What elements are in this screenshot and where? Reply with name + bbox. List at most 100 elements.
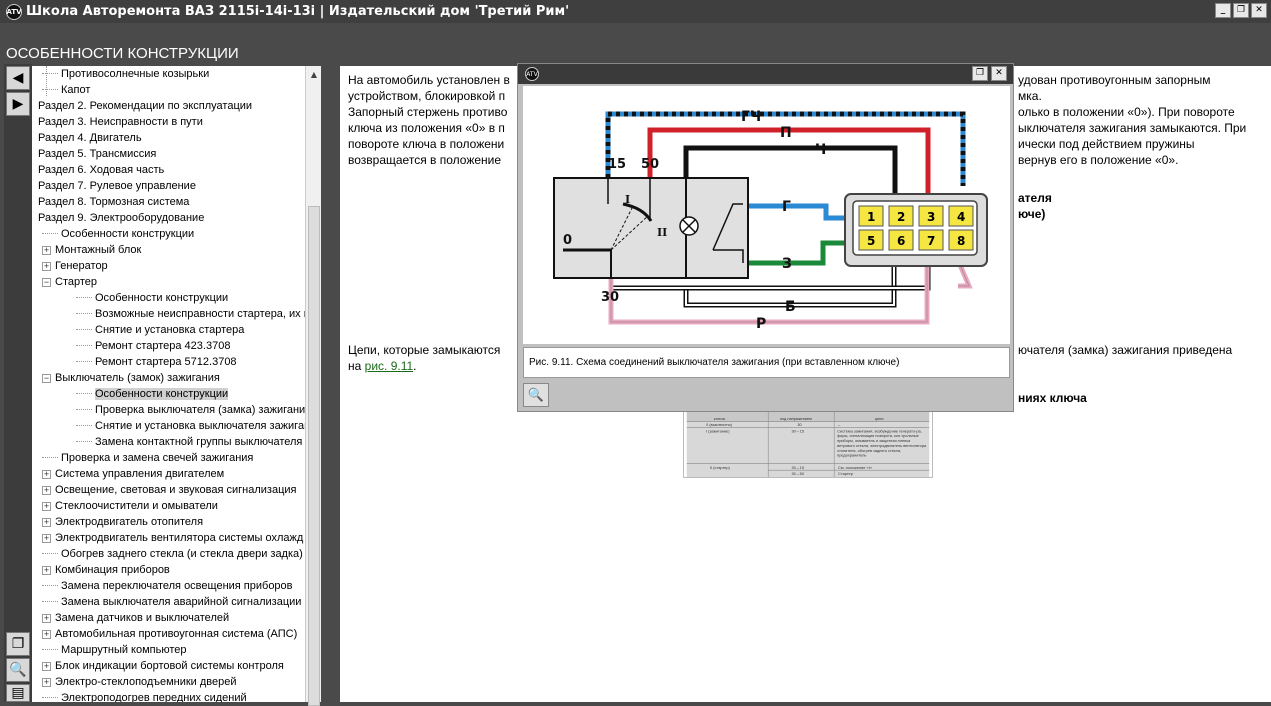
expand-icon[interactable]: + bbox=[42, 245, 51, 255]
tree-item[interactable]: Противосолнечные козырьки bbox=[42, 66, 209, 82]
forward-arrow-icon[interactable]: ▶ bbox=[6, 92, 30, 116]
tree-item[interactable]: + Автомобильная противоугонная система (А… bbox=[42, 626, 297, 642]
tree-connector bbox=[76, 322, 92, 330]
tree-item-label: Электродвигатель отопителя bbox=[55, 516, 204, 528]
tree-item[interactable]: + Стеклоочистители и омыватели bbox=[42, 498, 218, 514]
para-line: мка. bbox=[1018, 89, 1042, 103]
back-arrow-icon[interactable]: ◀ bbox=[6, 66, 30, 90]
print-icon[interactable]: ▤ bbox=[6, 684, 30, 702]
popup-close-button[interactable]: ✕ bbox=[991, 66, 1007, 81]
expand-icon[interactable]: + bbox=[42, 485, 51, 495]
collapse-icon[interactable]: − bbox=[42, 277, 51, 287]
tree-item[interactable]: + Замена датчиков и выключателей bbox=[42, 610, 229, 626]
tree-item[interactable]: + Блок индикации бортовой системы контрол… bbox=[42, 658, 284, 674]
table-header: цепи bbox=[875, 416, 884, 421]
app-logo-icon: ATV bbox=[525, 67, 539, 81]
expand-icon[interactable]: + bbox=[42, 469, 51, 479]
para-line: вернув его в положение «0». bbox=[1018, 153, 1179, 167]
expand-icon[interactable]: + bbox=[42, 517, 51, 527]
expand-icon[interactable]: + bbox=[42, 501, 51, 511]
tree-item[interactable]: + Монтажный блок bbox=[42, 242, 141, 258]
tree-item-label: Замена выключателя аварийной сигнализаци… bbox=[61, 596, 302, 608]
pin-label: 4 bbox=[957, 210, 965, 224]
tree-item[interactable]: Ремонт стартера 5712.3708 bbox=[76, 354, 237, 370]
tree-item[interactable]: Маршрутный компьютер bbox=[42, 642, 187, 658]
tree-connector bbox=[42, 82, 58, 90]
wiring-diagram: 15 50 30 0 I II ГЧ П Ч Г З Б Р 1 2 3 4 5 6 7 8 bbox=[523, 86, 1010, 344]
tree-item[interactable]: − Стартер bbox=[42, 274, 97, 290]
tree-item[interactable]: − Выключатель (замок) зажигания bbox=[42, 370, 220, 386]
tree-item[interactable]: Раздел 8. Тормозная система bbox=[38, 194, 189, 210]
tree-connector bbox=[76, 434, 92, 442]
tree-item[interactable]: Снятие и установка выключателя зажигания bbox=[76, 418, 321, 434]
tree-item[interactable]: Раздел 4. Двигатель bbox=[38, 130, 142, 146]
tree-scrollbar[interactable]: ▲ bbox=[305, 66, 322, 706]
tree-item[interactable]: Раздел 2. Рекомендации по эксплуатации bbox=[38, 98, 252, 114]
tree-item-label: Проверка и замена свечей зажигания bbox=[61, 452, 254, 464]
table-header: ключа bbox=[714, 416, 726, 421]
tree-item[interactable]: Особенности конструкции bbox=[42, 226, 194, 242]
tree-item[interactable]: + Комбинация приборов bbox=[42, 562, 170, 578]
expand-icon[interactable]: + bbox=[42, 661, 51, 671]
tree-item[interactable]: + Система управления двигателем bbox=[42, 466, 224, 482]
expand-icon[interactable]: + bbox=[42, 565, 51, 575]
scroll-thumb[interactable] bbox=[308, 206, 320, 706]
tree-item[interactable]: + Освещение, световая и звуковая сигнализ… bbox=[42, 482, 296, 498]
collapse-icon[interactable]: − bbox=[42, 373, 51, 383]
tree-connector bbox=[42, 642, 58, 650]
figure-link[interactable]: рис. 9.11 bbox=[365, 359, 414, 373]
tree-item-label: Возможные неисправности стартера, их при bbox=[95, 308, 321, 320]
tree-item[interactable]: Раздел 6. Ходовая часть bbox=[38, 162, 164, 178]
tree-item[interactable]: Ремонт стартера 423.3708 bbox=[76, 338, 230, 354]
tree-item-label: Раздел 6. Ходовая часть bbox=[38, 164, 165, 176]
app-logo-icon: ATV bbox=[6, 3, 22, 20]
table-cell: II (стартер) bbox=[710, 465, 730, 470]
terminal-label: 50 bbox=[641, 157, 659, 172]
tree-item[interactable]: Раздел 9. Электрооборудование bbox=[38, 210, 204, 226]
tree-item[interactable]: + Генератор bbox=[42, 258, 108, 274]
expand-icon[interactable]: + bbox=[42, 533, 51, 543]
tree-item-label: Раздел 4. Двигатель bbox=[38, 132, 142, 144]
tree-item-label: Блок индикации бортовой системы контроля bbox=[55, 660, 284, 672]
tree-item[interactable]: Снятие и установка стартера bbox=[76, 322, 244, 338]
tree-item-label: Ремонт стартера 423.3708 bbox=[95, 340, 231, 352]
tree-item[interactable]: Электроподогрев передних сидений bbox=[42, 690, 247, 702]
position-label: II bbox=[657, 226, 667, 239]
table-cell: 30→15 bbox=[792, 428, 805, 433]
popup-title-bar[interactable]: ATV ❐ ✕ bbox=[518, 64, 1013, 84]
section-heading: юче) bbox=[1018, 207, 1046, 221]
tree-item[interactable]: Замена выключателя аварийной сигнализаци… bbox=[42, 594, 301, 610]
para-line: устройством, блокировкой п bbox=[348, 89, 506, 103]
close-button[interactable]: ✕ bbox=[1251, 3, 1267, 18]
expand-icon[interactable]: + bbox=[42, 629, 51, 639]
tree-item[interactable]: Замена контактной группы выключателя заж bbox=[76, 434, 321, 450]
tree-item[interactable]: + Электродвигатель отопителя bbox=[42, 514, 203, 530]
tree-item[interactable]: Замена переключателя освещения приборов bbox=[42, 578, 293, 594]
scroll-up-icon[interactable]: ▲ bbox=[306, 66, 322, 82]
tree-item[interactable]: + Электродвигатель вентилятора системы ох… bbox=[42, 530, 303, 546]
figure-popup-window[interactable]: ATV ❐ ✕ 15 50 30 0 I II ГЧ П Ч Г З Б Р 1… bbox=[517, 63, 1014, 412]
maximize-button[interactable]: ❐ bbox=[1233, 3, 1249, 18]
tree-item[interactable]: Раздел 7. Рулевое управление bbox=[38, 178, 196, 194]
tree-item[interactable]: Раздел 3. Неисправности в пути bbox=[38, 114, 203, 130]
expand-icon[interactable]: + bbox=[42, 677, 51, 687]
tree-item[interactable]: Особенности конструкции bbox=[76, 290, 228, 306]
wire-g bbox=[743, 203, 847, 221]
tree-item[interactable]: + Электро-стеклоподъемники дверей bbox=[42, 674, 237, 690]
tree-item[interactable]: Капот bbox=[42, 82, 90, 98]
popup-maximize-button[interactable]: ❐ bbox=[972, 66, 988, 81]
tree-item[interactable]: Проверка и замена свечей зажигания bbox=[42, 450, 253, 466]
expand-icon[interactable]: + bbox=[42, 261, 51, 271]
windows-icon[interactable]: ❐ bbox=[6, 632, 30, 656]
tree-item[interactable]: Обогрев заднего стекла (и стекла двери з… bbox=[42, 546, 303, 562]
tree-item[interactable]: Проверка выключателя (замка) зажигания bbox=[76, 402, 311, 418]
magnifier-icon[interactable]: 🔍 bbox=[6, 658, 30, 682]
table-cell: 30→15 bbox=[792, 465, 805, 470]
expand-icon[interactable]: + bbox=[42, 613, 51, 623]
zoom-magnifier-icon[interactable]: 🔍 bbox=[523, 383, 549, 407]
pane-splitter[interactable] bbox=[321, 64, 340, 702]
minimize-button[interactable]: _ bbox=[1215, 3, 1231, 18]
tree-item[interactable]: Особенности конструкции bbox=[76, 386, 229, 402]
tree-item[interactable]: Раздел 5. Трансмиссия bbox=[38, 146, 156, 162]
tree-item[interactable]: Возможные неисправности стартера, их при bbox=[76, 306, 321, 322]
